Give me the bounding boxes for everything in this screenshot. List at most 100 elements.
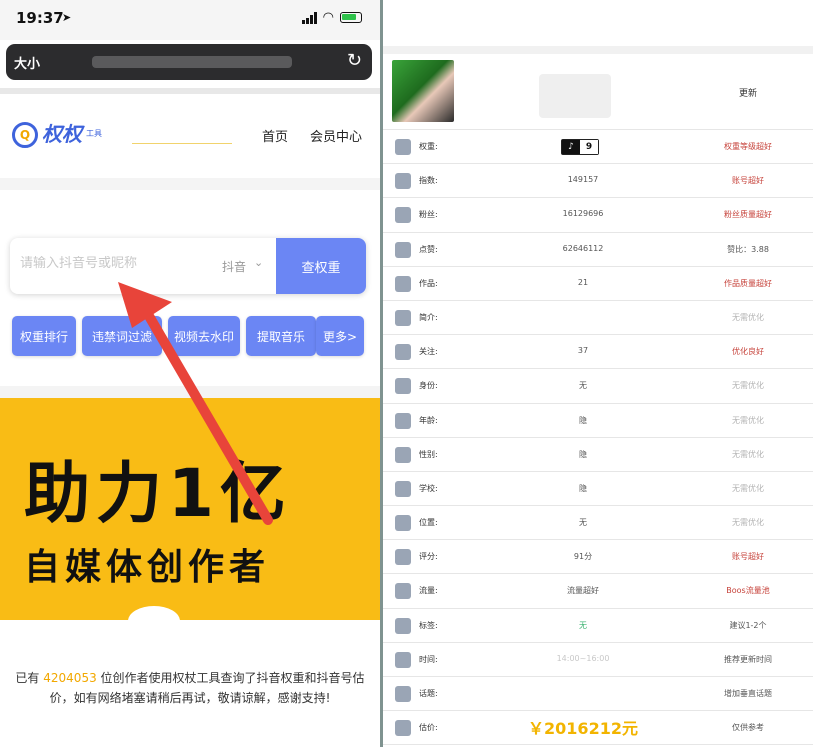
status-bar: 19:37 ➤ ◠ — [0, 0, 380, 40]
row-value: 37 — [577, 346, 589, 356]
row-label: 身份: — [419, 381, 438, 391]
row-value: 无 — [579, 620, 587, 630]
query-weight-button[interactable]: 查权重 — [276, 238, 366, 294]
weight-level: 9 — [580, 140, 598, 154]
search-input[interactable] — [20, 256, 200, 271]
table-row: 学校: 隐 无需优化 — [383, 472, 813, 507]
time-icon — [395, 651, 411, 668]
row-value: 隐 — [579, 415, 587, 425]
nickname-blurred — [539, 74, 611, 118]
address-bar[interactable]: 大小 ↻ — [6, 44, 372, 80]
row-note: 账号超好 — [732, 176, 764, 186]
gender-icon — [395, 446, 411, 463]
table-row: 时间: 14:00~16:00 推荐更新时间 — [383, 643, 813, 677]
row-label: 评分: — [419, 552, 438, 562]
row-value: ￥2016212元 — [528, 719, 638, 739]
table-row: 流量: 流量超好 Boos流量池 — [383, 574, 813, 609]
row-note: 无需优化 — [732, 415, 764, 425]
tag-icon — [395, 617, 411, 634]
table-row: 标签: 无 建议1-2个 — [383, 609, 813, 643]
follow-icon — [395, 344, 411, 361]
site-header: Q 权权 工具 首页 会员中心 — [0, 94, 380, 178]
row-label: 粉丝: — [419, 210, 438, 220]
row-label: 指数: — [419, 176, 438, 186]
row-value: 无 — [579, 518, 587, 528]
row-note: 粉丝质量超好 — [724, 210, 772, 220]
url-text-blurred — [92, 56, 292, 68]
works-icon — [395, 275, 411, 292]
table-row: 性别: 隐 无需优化 — [383, 438, 813, 472]
section-gap — [0, 178, 380, 190]
row-note: 增加垂直话题 — [724, 689, 772, 698]
wifi-icon: ◠ — [322, 10, 334, 25]
logo-mark-icon: Q — [12, 122, 38, 148]
divider — [383, 46, 813, 54]
row-note: 建议1-2个 — [729, 620, 767, 630]
row-label: 性别: — [419, 449, 438, 459]
chevron-down-icon[interactable]: ⌄ — [254, 256, 263, 269]
signal-icon — [301, 11, 317, 24]
logo-text: 权权 — [42, 122, 82, 146]
platform-select[interactable]: 抖音 — [222, 258, 246, 275]
banned-words-button[interactable]: 违禁词过滤 — [82, 316, 162, 356]
table-row: 简介: 无需优化 — [383, 301, 813, 336]
valuation-icon — [395, 720, 411, 737]
logo-sub: 工具 — [86, 129, 102, 138]
index-icon — [395, 173, 411, 190]
tiktok-icon: ♪ — [562, 140, 580, 154]
row-value: 流量超好 — [567, 586, 599, 596]
reload-icon[interactable]: ↻ — [347, 50, 362, 71]
rank-button[interactable]: 权重排行 — [12, 316, 76, 356]
row-value: 149157 — [567, 175, 599, 185]
table-row: 关注: 37 优化良好 — [383, 335, 813, 370]
row-note: Boos流量池 — [726, 586, 770, 596]
section-gap — [0, 386, 380, 398]
row-value: 隐 — [579, 483, 587, 493]
row-label: 简介: — [419, 312, 438, 322]
row-value: 隐 — [579, 449, 587, 459]
row-value: 21 — [577, 277, 589, 287]
row-label: 时间: — [419, 654, 438, 664]
notice-suffix: 位创作者使用权杖工具查询了抖音权重和抖音号估价，如有网络堵塞请稍后再试，敬请谅解… — [49, 671, 365, 705]
row-value: 无 — [579, 381, 587, 391]
weight-icon — [395, 139, 411, 155]
promo-banner[interactable]: 助力1亿 自媒体创作者 — [0, 398, 380, 620]
remove-watermark-button[interactable]: 视频去水印 — [168, 316, 240, 356]
table-row: 点赞: 62646112 赞比：3.88 — [383, 233, 813, 267]
status-time: 19:37 — [16, 9, 64, 27]
battery-icon — [340, 12, 362, 23]
row-label: 标签: — [419, 620, 438, 630]
location-arrow-icon: ➤ — [62, 11, 72, 24]
row-label: 位置: — [419, 518, 438, 528]
banner-indicator — [128, 606, 180, 620]
update-link[interactable]: 更新 — [739, 86, 757, 99]
banner-subline: 自媒体创作者 — [24, 547, 271, 588]
row-label: 年龄: — [419, 415, 438, 425]
extract-music-button[interactable]: 提取音乐 — [246, 316, 316, 356]
right-phone-screen: 更新 权重: ♪ 9 权重等级超好 指数: 149157 账号超好 粉丝: 16129696 粉丝… — [383, 0, 813, 747]
table-row: 指数: 149157 账号超好 — [383, 164, 813, 199]
left-phone-screen: 19:37 ➤ ◠ 大小 ↻ Q 权权 工具 首页 会员中心 抖音 ⌄ 查权重 … — [0, 0, 380, 747]
nav-member-center[interactable]: 会员中心 — [310, 126, 362, 145]
table-row: 粉丝: 16129696 粉丝质量超好 — [383, 198, 813, 233]
row-label: 流量: — [419, 586, 438, 596]
text-size-button[interactable]: 大小 — [14, 53, 40, 72]
row-label: 估价: — [419, 723, 438, 733]
row-note: 无需优化 — [732, 449, 764, 459]
nav-home[interactable]: 首页 — [262, 126, 288, 145]
row-value: 62646112 — [562, 243, 604, 253]
row-label: 点赞: — [419, 244, 438, 254]
notice-prefix: 已有 — [15, 671, 40, 685]
table-row: 位置: 无 无需优化 — [383, 506, 813, 541]
usage-notice: 已有 4204053 位创作者使用权杖工具查询了抖音权重和抖音号估价，如有网络堵… — [14, 668, 366, 708]
top-area — [383, 0, 813, 48]
score-icon — [395, 549, 411, 566]
fans-icon — [395, 207, 411, 224]
row-note: 优化良好 — [732, 347, 764, 357]
row-label: 权重: — [419, 142, 438, 151]
intro-icon — [395, 309, 411, 326]
traffic-icon — [395, 583, 411, 600]
identity-icon — [395, 378, 411, 395]
row-note: 推荐更新时间 — [724, 654, 772, 664]
more-button[interactable]: 更多> — [316, 316, 364, 356]
